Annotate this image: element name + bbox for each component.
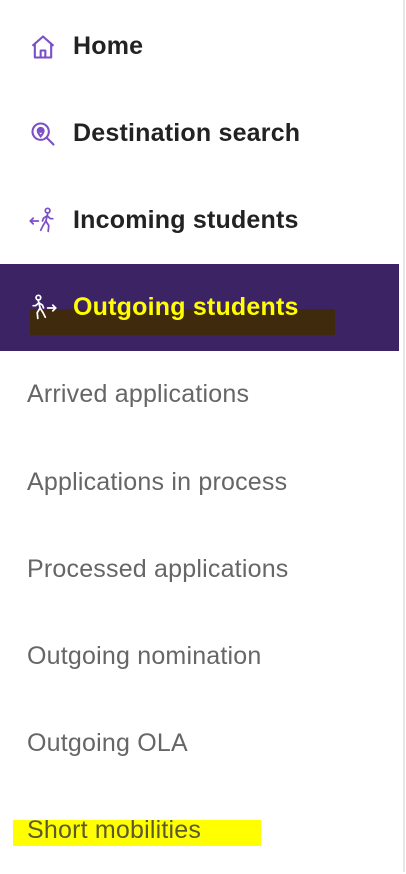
home-icon (28, 32, 58, 62)
sub-item-processed-applications[interactable]: Processed applications (0, 526, 399, 613)
sub-item-outgoing-ola[interactable]: Outgoing OLA (0, 700, 399, 787)
sub-item-label: Applications in process (27, 468, 288, 496)
location-search-icon (28, 119, 58, 149)
sidebar-divider (403, 0, 405, 872)
sub-item-label: Arrived applications (27, 380, 250, 408)
sub-item-short-mobilities[interactable]: Short mobilities (0, 787, 399, 874)
nav-item-outgoing-students[interactable]: Outgoing students (0, 264, 399, 351)
sub-item-label: Processed applications (27, 555, 289, 583)
sub-item-label: Outgoing nomination (27, 642, 262, 670)
nav-item-incoming-students[interactable]: Incoming students (0, 177, 399, 264)
nav-item-label: Home (73, 32, 144, 60)
sidebar-nav: Home Destination search Incoming student… (0, 0, 399, 872)
sub-item-applications-in-process[interactable]: Applications in process (0, 439, 399, 526)
nav-item-label: Outgoing students (73, 293, 299, 321)
nav-item-destination-search[interactable]: Destination search (0, 90, 399, 177)
nav-item-label: Destination search (73, 119, 301, 147)
nav-item-label: Incoming students (73, 206, 299, 234)
walking-person-outgoing-icon (28, 293, 58, 323)
walking-person-incoming-icon (28, 206, 58, 236)
sub-item-label: Outgoing OLA (27, 729, 188, 757)
nav-item-home[interactable]: Home (0, 3, 399, 90)
sub-item-arrived-applications[interactable]: Arrived applications (0, 351, 399, 438)
sub-item-label: Short mobilities (27, 816, 202, 844)
sub-item-outgoing-nomination[interactable]: Outgoing nomination (0, 613, 399, 700)
